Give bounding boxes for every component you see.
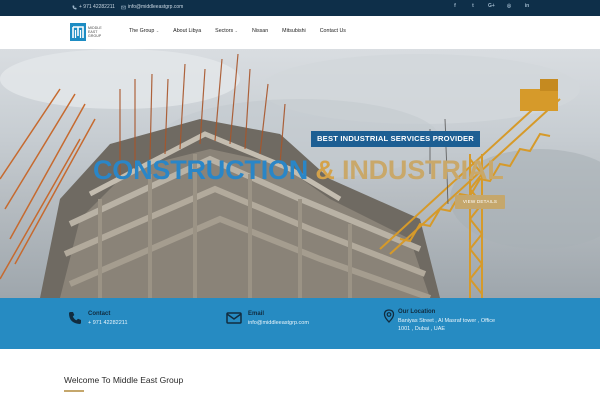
instagram-icon[interactable]: ◎ xyxy=(506,3,512,9)
map-pin-icon xyxy=(382,309,396,323)
info-email: Email info@middleeastgrp.com xyxy=(226,311,309,327)
info-contact: Contact + 971 42282211 xyxy=(68,311,128,327)
contact-title: Contact xyxy=(88,311,111,317)
nav-item-label: Sectors xyxy=(215,28,234,34)
chevron-down-icon: ⌄ xyxy=(234,28,238,33)
top-contact: + 971 42282211 info@middleeastgrp.com xyxy=(72,4,183,10)
logo-line-3: GROUP xyxy=(88,34,102,38)
envelope-icon xyxy=(121,5,126,10)
nav-item-label: Nissan xyxy=(251,28,269,34)
nav-item-label: Contact Us xyxy=(319,28,346,34)
google-plus-icon[interactable]: G+ xyxy=(488,3,495,9)
nav-item-sectors[interactable]: Sectors ⌄ xyxy=(215,28,238,34)
chevron-down-icon: ⌄ xyxy=(155,28,160,33)
nav-item-label: About Libya xyxy=(173,28,202,34)
linkedin-icon[interactable]: in xyxy=(524,3,530,9)
top-phone-text: + 971 42282211 xyxy=(79,4,115,10)
headline-industrial: INDUSTRIAL xyxy=(342,155,504,185)
location-title: Our Location xyxy=(398,309,436,315)
headline-ampersand: & xyxy=(315,155,335,185)
hero-banner: BEST INDUSTRIAL SERVICES PROVIDER CONSTR… xyxy=(0,49,600,298)
nav-item-nissan[interactable]: Nissan xyxy=(252,28,268,34)
twitter-icon[interactable]: t xyxy=(470,3,476,9)
email-value[interactable]: info@middleeastgrp.com xyxy=(248,319,309,327)
site-logo[interactable]: MIDDLE EAST GROUP xyxy=(70,23,110,41)
phone-icon xyxy=(72,5,77,10)
facebook-icon[interactable]: f xyxy=(452,3,458,9)
location-line-2: 1001 , Dubai , UAE xyxy=(398,326,446,332)
nav-menu: The Group ⌄ About Libya Sectors ⌄ Nissan… xyxy=(129,28,346,34)
top-bar: + 971 42282211 info@middleeastgrp.com f … xyxy=(0,0,600,16)
headline-construction: CONSTRUCTION xyxy=(93,155,309,185)
top-email[interactable]: info@middleeastgrp.com xyxy=(121,4,183,10)
hero-headline: CONSTRUCTION & INDUSTRIAL xyxy=(93,155,504,186)
top-phone[interactable]: + 971 42282211 xyxy=(72,4,115,10)
location-line-1: Baniyas Street , Al Masraf tower , Offic… xyxy=(398,318,496,324)
logo-text: MIDDLE EAST GROUP xyxy=(88,26,110,38)
nav-item-label: Mitsubishi xyxy=(282,28,306,34)
phone-icon xyxy=(68,311,82,325)
welcome-heading: Welcome To Middle East Group xyxy=(64,375,184,385)
view-details-button[interactable]: VIEW DETAILS xyxy=(455,195,505,209)
nav-item-about-libya[interactable]: About Libya xyxy=(173,28,201,34)
nav-item-contact-us[interactable]: Contact Us xyxy=(320,28,346,34)
nav-item-label: The Group xyxy=(129,28,155,34)
top-email-text: info@middleeastgrp.com xyxy=(127,4,184,10)
envelope-icon xyxy=(226,311,242,325)
contact-value[interactable]: + 971 42282211 xyxy=(88,319,128,327)
nav-item-the-group[interactable]: The Group ⌄ xyxy=(129,28,159,34)
nav-item-mitsubishi[interactable]: Mitsubishi xyxy=(282,28,306,34)
heading-underline xyxy=(64,390,84,392)
social-links: f t G+ ◎ in xyxy=(452,3,530,9)
hero-tagline: BEST INDUSTRIAL SERVICES PROVIDER xyxy=(311,131,480,147)
info-location: Our Location Baniyas Street , Al Masraf … xyxy=(382,309,495,333)
main-navbar: MIDDLE EAST GROUP The Group ⌄ About Liby… xyxy=(0,16,600,49)
logo-mark-icon xyxy=(70,23,86,41)
email-title: Email xyxy=(248,311,265,317)
info-bar: Contact + 971 42282211 Email info@middle… xyxy=(0,298,600,349)
